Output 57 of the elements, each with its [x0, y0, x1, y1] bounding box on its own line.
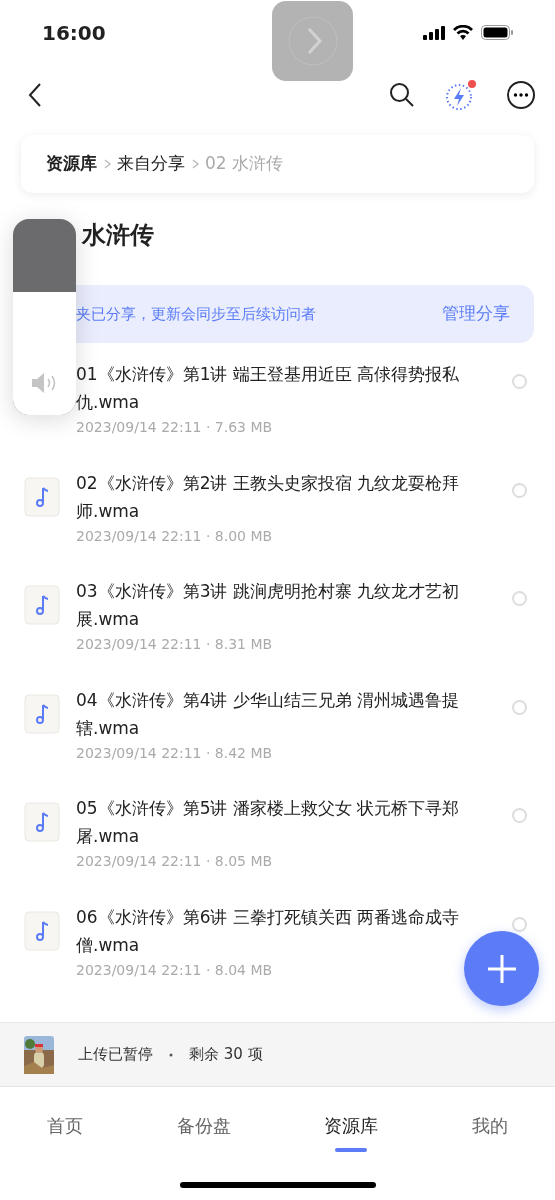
breadcrumb-item[interactable]: 来自分享 [114, 151, 188, 177]
select-radio[interactable] [512, 591, 527, 607]
wifi-icon [453, 25, 473, 40]
more-icon [507, 81, 535, 109]
audio-file-icon [24, 476, 60, 517]
file-name: 01《水浒传》第1讲 端王登基用近臣 高俅得势报私仇.wma [76, 363, 461, 414]
tab-item[interactable]: 首页 [46, 1098, 83, 1152]
upload-remaining: 剩余 30 项 [189, 1044, 263, 1066]
lightning-icon [445, 79, 477, 111]
more-button[interactable] [507, 81, 535, 109]
file-row[interactable]: 04《水浒传》第4讲 少华山结三兄弟 渭州城遇鲁提辖.wma 2023/09/14 22:11 · 8.42 MB [0, 685, 555, 795]
select-radio[interactable] [512, 916, 527, 932]
folder-title: 水浒传 [82, 220, 155, 251]
floating-window[interactable] [272, 1, 353, 81]
upload-status: 上传已暂停 [78, 1044, 153, 1066]
file-meta: 2023/09/14 22:11 · 8.05 MB [76, 852, 274, 872]
select-radio[interactable] [512, 374, 527, 389]
file-meta: 2023/09/14 22:11 · 8.42 MB [76, 743, 274, 763]
file-row[interactable]: 05《水浒传》第5讲 潘家楼上救父女 状元桥下寻郑屠.wma 2023/09/14 22:11 · 8.05 MB [0, 794, 555, 903]
signal-icon [423, 25, 445, 40]
battery-icon [481, 25, 513, 40]
back-icon [28, 82, 42, 108]
banner-text: 夹已分享，更新会同步至后续访问者 [76, 303, 316, 325]
select-radio[interactable] [512, 482, 527, 498]
tab-item[interactable]: 我的 [472, 1098, 509, 1152]
search-icon [389, 82, 415, 108]
boost-button[interactable] [445, 79, 477, 111]
audio-file-icon [24, 802, 60, 843]
volume-slider[interactable] [13, 219, 76, 415]
file-name: 02《水浒传》第2讲 王教头史家投宿 九纹龙耍枪拜师.wma [76, 471, 461, 523]
audio-file-icon [24, 910, 60, 951]
plus-icon [485, 952, 518, 985]
file-meta: 2023/09/14 22:11 · 8.04 MB [76, 960, 274, 980]
audio-file-icon [24, 585, 60, 626]
breadcrumb-item[interactable]: 资源库 [43, 151, 100, 177]
search-button[interactable] [389, 82, 415, 108]
file-row[interactable]: 03《水浒传》第3讲 跳涧虎明抢村寨 九纹龙才艺初展.wma 2023/09/14 22:11 · 8.31 MB [0, 577, 555, 686]
select-radio[interactable] [512, 699, 527, 715]
file-meta: 2023/09/14 22:11 · 8.31 MB [76, 635, 274, 655]
file-row[interactable]: 06《水浒传》第6讲 三拳打死镇关西 两番逃命成寺僧.wma 2023/09/14 22:11 · 8.04 MB [0, 902, 555, 1012]
tab-item[interactable]: 备份盘 [176, 1098, 231, 1152]
separator-dot-icon [169, 1052, 173, 1057]
file-name: 04《水浒传》第4讲 少华山结三兄弟 渭州城遇鲁提辖.wma [76, 688, 461, 740]
select-radio[interactable] [512, 808, 527, 824]
add-button[interactable] [464, 931, 539, 1006]
audio-file-icon [24, 693, 60, 734]
file-meta: 2023/09/14 22:11 · 8.00 MB [76, 526, 274, 546]
file-name: 05《水浒传》第5讲 潘家楼上救父女 状元桥下寻郑屠.wma [76, 797, 461, 849]
back-button[interactable] [28, 82, 42, 108]
file-name: 03《水浒传》第3讲 跳涧虎明抢村寨 九纹龙才艺初展.wma [76, 580, 461, 632]
file-name: 06《水浒传》第6讲 三拳打死镇关西 两番逃命成寺僧.wma [76, 905, 461, 957]
tab-item[interactable]: 资源库 [324, 1098, 379, 1152]
file-row[interactable]: 02《水浒传》第2讲 王教头史家投宿 九纹龙耍枪拜师.wma 2023/09/14 22:11 · 8.00 MB [0, 468, 555, 578]
status-time: 16:00 [42, 19, 106, 47]
file-row[interactable]: 01《水浒传》第1讲 端王登基用近臣 高俅得势报私仇.wma 2023/09/14 22:11 · 7.63 MB [0, 360, 555, 469]
file-meta: 2023/09/14 22:11 · 7.63 MB [76, 418, 274, 437]
chevron-icon [286, 15, 339, 67]
